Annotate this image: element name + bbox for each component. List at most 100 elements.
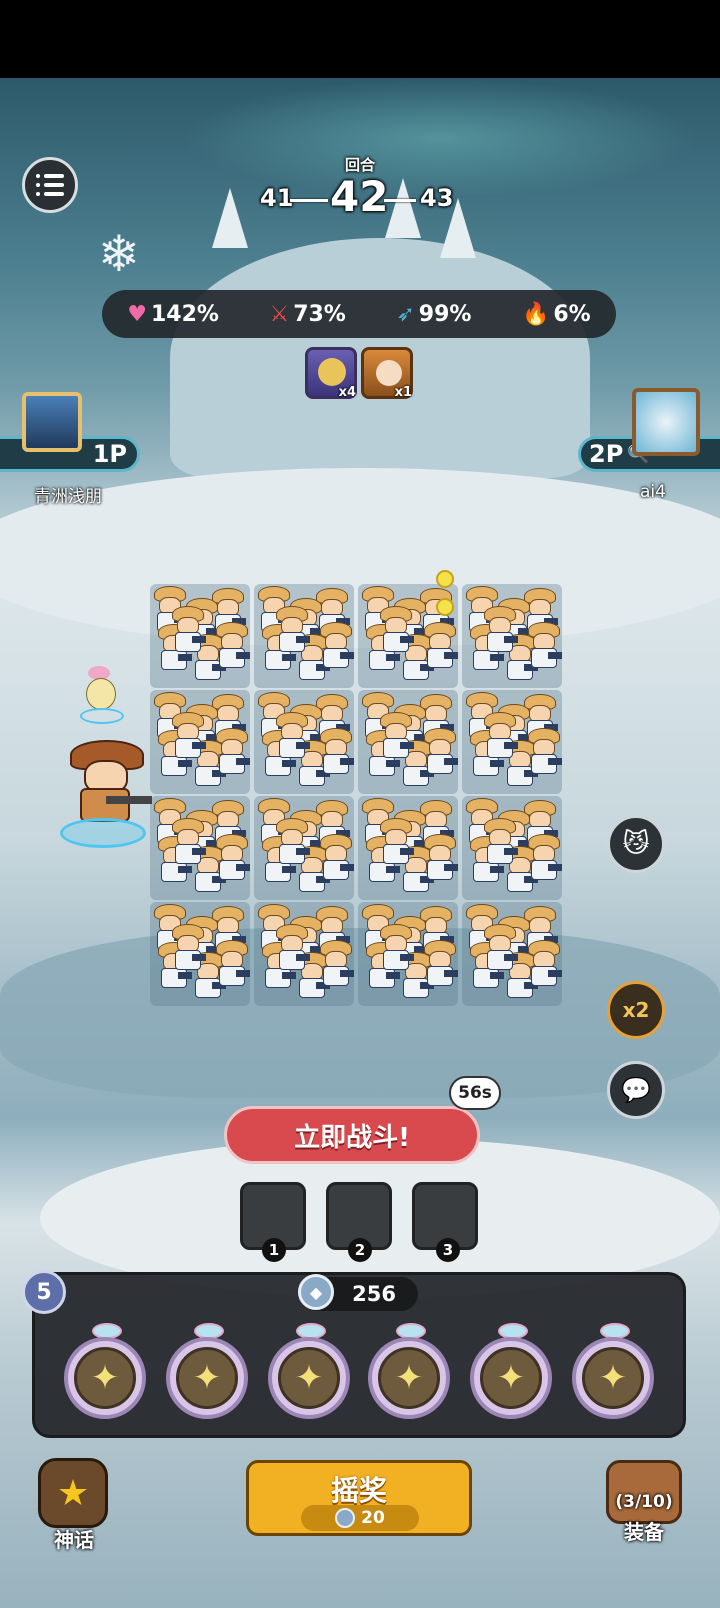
buff-orb[interactable]: x4 [305, 347, 357, 400]
gunner-unit [378, 818, 414, 864]
speed-label: x2 [622, 998, 650, 1022]
round-prev: 41 [260, 184, 294, 212]
myth-button[interactable]: ★ 神话 [30, 1458, 118, 1552]
star-icon: ✦ [278, 1347, 340, 1409]
gunner-unit [170, 924, 206, 970]
star-icon: ✦ [582, 1347, 644, 1409]
stat-fire: 🔥 6% [522, 302, 591, 327]
gunner-unit [318, 940, 354, 986]
board-cell[interactable] [358, 796, 458, 900]
round-divider [384, 199, 416, 202]
gunner-unit [318, 728, 354, 774]
summon-orb-1[interactable]: ✦ [64, 1337, 146, 1419]
bench-slot-number: 1 [262, 1238, 286, 1262]
board-cell[interactable] [254, 902, 354, 1006]
unit-board[interactable] [150, 570, 568, 1016]
summon-orb-2[interactable]: ✦ [166, 1337, 248, 1419]
round-divider [290, 199, 328, 202]
equipment-button[interactable]: (3/10) 装备 [598, 1454, 690, 1550]
hero-gunner[interactable] [66, 736, 156, 826]
menu-button[interactable] [22, 157, 78, 213]
board-cell[interactable] [150, 902, 250, 1006]
gunner-unit [214, 728, 250, 774]
stat-speed-value: 99% [418, 301, 472, 327]
board-cell[interactable] [462, 796, 562, 900]
board-cell[interactable] [254, 584, 354, 688]
player1-avatar[interactable] [22, 392, 82, 452]
board-cell[interactable] [254, 796, 354, 900]
gunner-unit [170, 606, 206, 652]
gunner-unit [422, 728, 458, 774]
wing-icon: ➶ [396, 301, 415, 327]
stat-health-value: 142% [150, 301, 219, 327]
player1-label: 1P [92, 440, 127, 468]
board-cell[interactable] [150, 796, 250, 900]
buff-king-icon [376, 360, 402, 386]
summon-orb-3[interactable]: ✦ [268, 1337, 350, 1419]
roll-label: 摇奖 [330, 1474, 387, 1507]
buff-king-count: x1 [394, 385, 412, 400]
snow-tree [385, 178, 421, 238]
gunner-unit [422, 834, 458, 880]
hero-base-ring [60, 818, 146, 848]
board-cell[interactable] [150, 690, 250, 794]
round-current: 42 [330, 172, 389, 221]
stat-attack-value: 73% [293, 301, 346, 327]
bench-slot-number: 3 [436, 1238, 460, 1262]
board-cell[interactable] [358, 902, 458, 1006]
roll-button[interactable]: 摇奖 20 [246, 1460, 472, 1536]
level-badge: 5 [22, 1270, 66, 1314]
board-cell[interactable] [254, 690, 354, 794]
star-icon: ✦ [74, 1347, 136, 1409]
gunner-unit [482, 818, 518, 864]
star-icon: ✦ [480, 1347, 542, 1409]
board-cell[interactable] [462, 584, 562, 688]
gunner-unit [526, 622, 562, 668]
gem-icon: ◆ [298, 1274, 334, 1310]
chat-icon: 💬 [621, 1076, 651, 1104]
gunner-unit [274, 924, 310, 970]
snow-tree [212, 188, 248, 248]
board-cell[interactable] [358, 690, 458, 794]
roll-cost: 20 [301, 1505, 419, 1531]
gunner-unit [214, 940, 250, 986]
speed-button[interactable]: x2 [607, 981, 665, 1039]
buff-orb-count: x4 [338, 385, 356, 400]
gunner-unit [526, 834, 562, 880]
gold-coin-icon[interactable] [436, 598, 454, 616]
gunner-unit [274, 712, 310, 758]
aurora [180, 78, 700, 198]
gunner-unit [378, 606, 414, 652]
player2-label: 2P [589, 440, 624, 468]
star-icon: ✦ [378, 1347, 440, 1409]
buff-king[interactable]: x1 [361, 347, 413, 400]
emote-button[interactable]: 😼 [607, 815, 665, 873]
heart-icon: ♥ [127, 301, 147, 327]
gunner-unit [274, 818, 310, 864]
board-cell[interactable] [462, 902, 562, 1006]
chat-button[interactable]: 💬 [607, 1061, 665, 1119]
board-cell[interactable] [462, 690, 562, 794]
gunner-unit [482, 606, 518, 652]
star-icon: ★ [56, 1472, 90, 1514]
equipment-count: (3/10) [615, 1492, 673, 1512]
gem-icon [335, 1508, 356, 1528]
gunner-unit [482, 712, 518, 758]
board-cell[interactable] [150, 584, 250, 688]
summon-orb-6[interactable]: ✦ [572, 1337, 654, 1419]
summon-orb-4[interactable]: ✦ [368, 1337, 450, 1419]
snowflake-icon: ❄ [98, 225, 140, 283]
summon-orb-5[interactable]: ✦ [470, 1337, 552, 1419]
gold-coin-icon[interactable] [436, 570, 454, 588]
sword-icon: ⚔ [269, 301, 290, 327]
menu-icon [36, 174, 64, 196]
hero-base-ring [80, 708, 124, 724]
cat-icon: 😼 [622, 829, 650, 859]
gunner-unit [214, 834, 250, 880]
player2-avatar[interactable] [632, 388, 700, 456]
roll-cost-value: 20 [361, 1508, 385, 1528]
gunner-unit [526, 940, 562, 986]
stat-health: ♥ 142% [127, 302, 219, 327]
gunner-unit [422, 622, 458, 668]
fight-now-button[interactable]: 立即战斗! [224, 1106, 480, 1164]
